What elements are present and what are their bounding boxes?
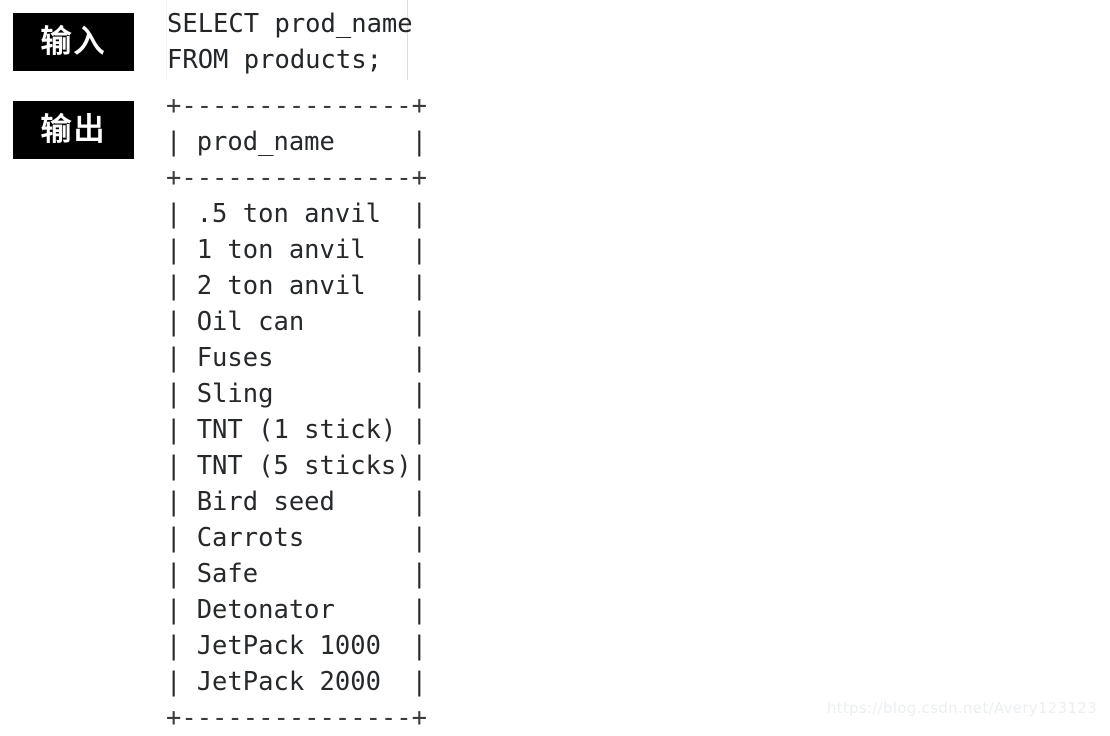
table-row: | Bird seed | xyxy=(166,487,427,517)
console-output-area: SELECT prod_name FROM products; +-------… xyxy=(166,0,496,736)
table-body: | .5 ton anvil | | 1 ton anvil | | 2 ton… xyxy=(166,196,496,700)
section-label-input: 输入 xyxy=(13,13,134,71)
watermark: https://blog.csdn.net/Avery123123 xyxy=(826,699,1097,717)
table-row: | Sling | xyxy=(166,379,427,409)
table-row: | .5 ton anvil | xyxy=(166,199,427,229)
table-header-row: | prod_name | xyxy=(166,127,427,157)
sql-line-2: FROM products; xyxy=(167,45,382,75)
table-row: | Detonator | xyxy=(166,595,427,625)
table-row: | Oil can | xyxy=(166,307,427,337)
result-table: +---------------+ | prod_name | +-------… xyxy=(166,88,496,736)
table-row: | JetPack 2000 | xyxy=(166,667,427,697)
table-header-rule: +---------------+ xyxy=(166,163,427,193)
table-bottom-rule: +---------------+ xyxy=(166,703,427,733)
section-label-output: 输出 xyxy=(13,101,134,159)
sql-line-1: SELECT prod_name xyxy=(167,9,413,39)
sql-query-block[interactable]: SELECT prod_name FROM products; xyxy=(166,0,413,80)
table-row: | JetPack 1000 | xyxy=(166,631,427,661)
table-row: | 2 ton anvil | xyxy=(166,271,427,301)
table-row: | TNT (1 stick) | xyxy=(166,415,427,445)
table-row: | Safe | xyxy=(166,559,427,589)
table-top-rule: +---------------+ xyxy=(166,91,427,121)
table-row: | 1 ton anvil | xyxy=(166,235,427,265)
table-row: | TNT (5 sticks)| xyxy=(166,451,427,481)
table-row: | Carrots | xyxy=(166,523,427,553)
table-row: | Fuses | xyxy=(166,343,427,373)
